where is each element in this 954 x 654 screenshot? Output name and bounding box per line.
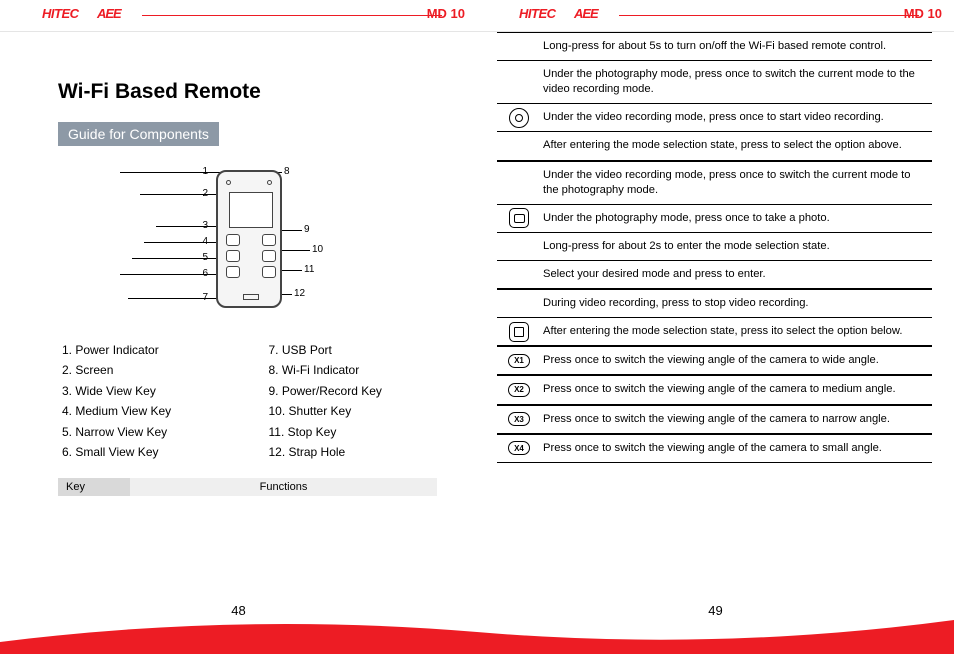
section-heading: Guide for Components bbox=[58, 122, 219, 146]
brand-logo: HITEC bbox=[42, 6, 79, 21]
x4-key-icon: X4 bbox=[508, 441, 530, 455]
page-number-right: 49 bbox=[477, 603, 954, 618]
legend-item: 6. Small View Key bbox=[62, 442, 231, 462]
legend-item: 11. Stop Key bbox=[269, 422, 438, 442]
power-indicator-icon bbox=[226, 180, 231, 185]
page-header-right: HITEC AEE MD 10 bbox=[477, 0, 954, 32]
stop-key-icon bbox=[509, 322, 529, 342]
fn-text: Long-press for about 5s to turn on/off t… bbox=[541, 33, 932, 60]
fn-text: Under the photography mode, press once t… bbox=[541, 205, 932, 232]
function-group-stop: During video recording, press to stop vi… bbox=[497, 289, 932, 346]
fn-text: After entering the mode selection state,… bbox=[541, 318, 932, 345]
legend-item: 12. Strap Hole bbox=[269, 442, 438, 462]
brand2-logo: AEE bbox=[574, 6, 598, 21]
callout-11: 11 bbox=[304, 264, 314, 275]
component-diagram: 1 2 3 4 5 6 7 8 9 10 11 12 bbox=[108, 164, 388, 324]
fn-text: After entering the mode selection state,… bbox=[541, 132, 932, 159]
callout-9: 9 bbox=[304, 224, 310, 235]
fn-text: During video recording, press to stop vi… bbox=[541, 290, 932, 317]
page-left: HITEC AEE MD 10 Wi-Fi Based Remote Guide… bbox=[0, 0, 477, 654]
brand2-logo: AEE bbox=[97, 6, 121, 21]
x3-key-icon: X3 bbox=[508, 412, 530, 426]
page-right: HITEC AEE MD 10 Long-press for about 5s … bbox=[477, 0, 954, 654]
fn-text: Under the video recording mode, press on… bbox=[541, 104, 932, 131]
remote-illustration bbox=[216, 170, 282, 308]
function-group-record: Long-press for about 5s to turn on/off t… bbox=[497, 32, 932, 161]
fn-text: Under the video recording mode, press on… bbox=[541, 162, 932, 204]
fn-text: Select your desired mode and press to en… bbox=[541, 261, 932, 288]
model-label: MD 10 bbox=[904, 6, 942, 21]
functions-table-header: Key Functions bbox=[58, 478, 437, 496]
header-rule bbox=[619, 15, 919, 16]
legend-item: 5. Narrow View Key bbox=[62, 422, 231, 442]
legend-item: 7. USB Port bbox=[269, 340, 438, 360]
th-functions: Functions bbox=[130, 478, 437, 496]
record-key-icon bbox=[509, 108, 529, 128]
callout-12: 12 bbox=[294, 288, 305, 299]
page-header-left: HITEC AEE MD 10 bbox=[0, 0, 477, 32]
x1-key-icon: X1 bbox=[508, 354, 530, 368]
callout-10: 10 bbox=[312, 244, 323, 255]
page-title: Wi-Fi Based Remote bbox=[58, 80, 437, 104]
brand-logo: HITEC bbox=[519, 6, 556, 21]
screen-icon bbox=[229, 192, 273, 228]
fn-text: Under the photography mode, press once t… bbox=[541, 61, 932, 103]
legend-item: 10. Shutter Key bbox=[269, 401, 438, 421]
x2-key-icon: X2 bbox=[508, 383, 530, 397]
callout-8: 8 bbox=[284, 166, 290, 177]
legend-item: 9. Power/Record Key bbox=[269, 381, 438, 401]
fn-text: Press once to switch the viewing angle o… bbox=[541, 376, 932, 403]
legend-item: 1. Power Indicator bbox=[62, 340, 231, 360]
fn-text: Press once to switch the viewing angle o… bbox=[541, 406, 932, 433]
shutter-key-icon bbox=[509, 208, 529, 228]
fn-text: Long-press for about 2s to enter the mod… bbox=[541, 233, 932, 260]
wifi-indicator-icon bbox=[267, 180, 272, 185]
functions-table: Long-press for about 5s to turn on/off t… bbox=[497, 32, 932, 463]
function-group-x1: X1 Press once to switch the viewing angle… bbox=[497, 346, 932, 375]
function-group-x3: X3 Press once to switch the viewing angle… bbox=[497, 405, 932, 434]
component-legend: 1. Power Indicator 2. Screen 3. Wide Vie… bbox=[62, 340, 437, 462]
function-group-photo: Under the video recording mode, press on… bbox=[497, 161, 932, 290]
fn-text: Press once to switch the viewing angle o… bbox=[541, 347, 932, 374]
legend-item: 3. Wide View Key bbox=[62, 381, 231, 401]
legend-item: 8. Wi-Fi Indicator bbox=[269, 360, 438, 380]
usb-port-icon bbox=[243, 294, 259, 300]
legend-item: 2. Screen bbox=[62, 360, 231, 380]
model-label: MD 10 bbox=[427, 6, 465, 21]
function-group-x4: X4 Press once to switch the viewing angle… bbox=[497, 434, 932, 463]
fn-text: Press once to switch the viewing angle o… bbox=[541, 435, 932, 462]
page-number-left: 48 bbox=[0, 603, 477, 618]
header-rule bbox=[142, 15, 442, 16]
function-group-x2: X2 Press once to switch the viewing angle… bbox=[497, 375, 932, 404]
th-key: Key bbox=[58, 478, 130, 496]
legend-item: 4. Medium View Key bbox=[62, 401, 231, 421]
